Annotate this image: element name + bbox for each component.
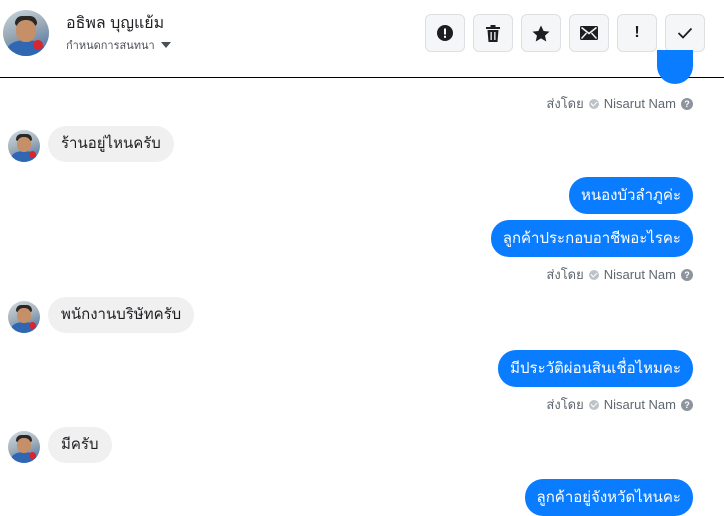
exclamation-icon: ! (634, 24, 640, 41)
conversation-header: อธิพล บุญแย้ม กำหนดการสนทนา ! (0, 0, 724, 78)
sent-by-label: ส่งโดย (546, 96, 584, 111)
mark-unread-button[interactable] (569, 14, 609, 52)
sender-name[interactable]: Nisarut Nam (604, 397, 676, 412)
contact-avatar[interactable] (3, 10, 49, 56)
trash-icon (486, 24, 500, 42)
report-button[interactable] (425, 14, 465, 52)
delete-button[interactable] (473, 14, 513, 52)
incoming-message[interactable]: ร้านอยู่ไหนครับ (48, 126, 174, 162)
conversation-options-dropdown[interactable]: กำหนดการสนทนา (66, 36, 171, 54)
conversation-options-label: กำหนดการสนทนา (66, 40, 155, 52)
sent-by-label: ส่งโดย (546, 397, 584, 412)
sent-check-icon (588, 98, 599, 109)
check-icon (677, 27, 693, 39)
contact-name[interactable]: อธิพล บุญแย้ม (66, 11, 164, 36)
done-button[interactable] (665, 14, 705, 52)
envelope-icon (580, 26, 598, 40)
sent-by-row: ส่งโดย Nisarut Nam ? (546, 264, 693, 285)
outgoing-message[interactable]: ลูกค้าอยู่จังหวัดไหนคะ (524, 479, 693, 516)
outgoing-message[interactable]: หนองบัวลำภูค่ะ (568, 177, 693, 214)
sent-by-label: ส่งโดย (546, 267, 584, 282)
contact-avatar-small[interactable] (8, 130, 40, 162)
sender-name[interactable]: Nisarut Nam (604, 96, 676, 111)
outgoing-message[interactable]: ลูกค้าประกอบอาชีพอะไรคะ (490, 220, 693, 257)
contact-avatar-small[interactable] (8, 431, 40, 463)
help-icon[interactable]: ? (681, 268, 693, 281)
contact-avatar-small[interactable] (8, 301, 40, 333)
sent-check-icon (588, 399, 599, 410)
help-icon[interactable]: ? (681, 398, 693, 411)
sender-name[interactable]: Nisarut Nam (604, 267, 676, 282)
star-icon (532, 25, 550, 41)
caret-down-icon (160, 42, 171, 48)
sent-by-row: ส่งโดย Nisarut Nam ? (546, 394, 693, 415)
important-button[interactable]: ! (617, 14, 657, 52)
star-button[interactable] (521, 14, 561, 52)
incoming-message[interactable]: มีครับ (48, 427, 112, 463)
sent-check-icon (588, 269, 599, 280)
incoming-message[interactable]: พนักงานบริษัทครับ (48, 297, 195, 333)
help-icon[interactable]: ? (681, 97, 693, 110)
outgoing-message-partial (657, 50, 693, 84)
outgoing-message[interactable]: มีประวัติผ่อนสินเชื่อไหมคะ (498, 350, 693, 387)
sent-by-row: ส่งโดย Nisarut Nam ? (546, 93, 693, 114)
alert-circle-icon (437, 25, 453, 41)
